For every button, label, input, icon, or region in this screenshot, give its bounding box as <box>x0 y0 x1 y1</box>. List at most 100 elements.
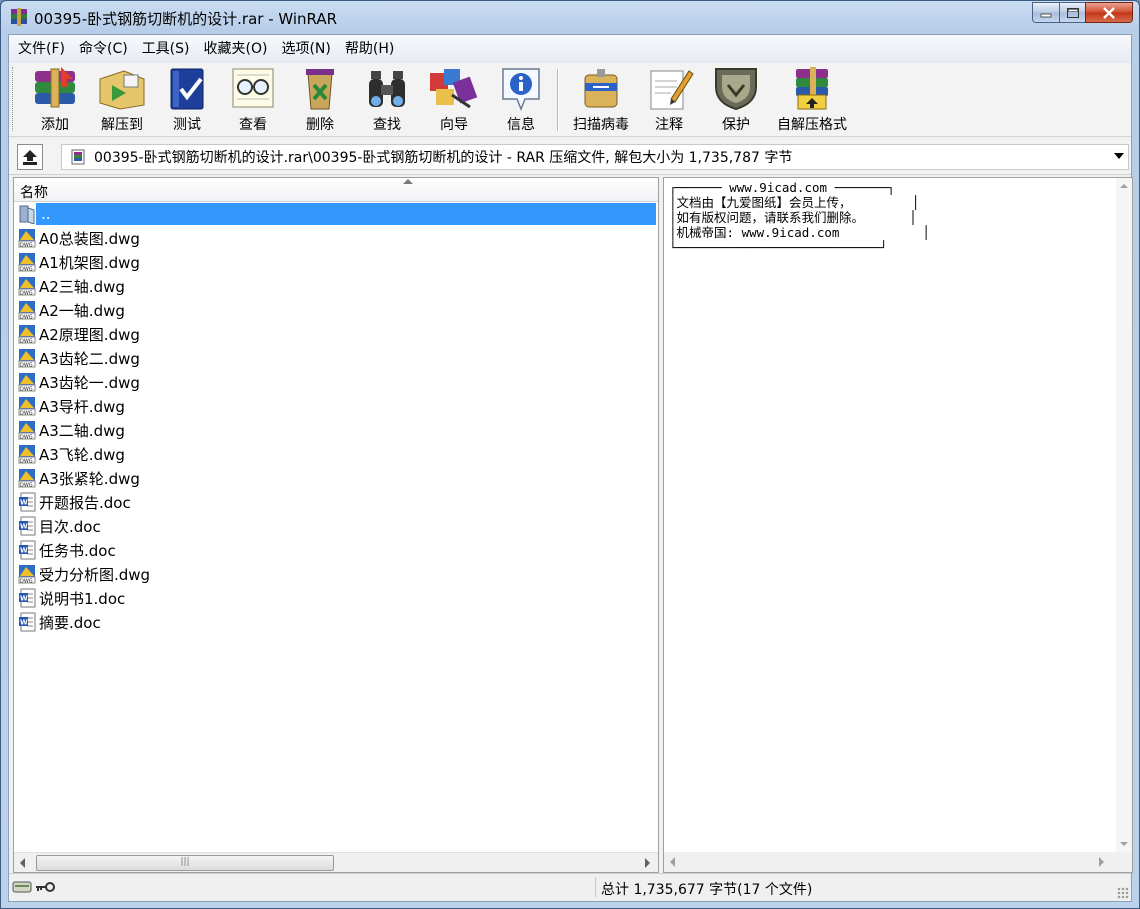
virus-scan-icon <box>584 69 618 108</box>
dwg-file-icon: DWG <box>18 325 36 344</box>
toolbar-view-button[interactable]: 查看 <box>225 65 281 135</box>
file-row[interactable]: DWG A2一轴.dwg <box>14 298 658 322</box>
file-list-pane: 名称 .. DWG A0总装图.dwg DWG A1机架图.dwg DWG A2三轴.dwg… <box>13 177 659 873</box>
file-row[interactable]: DWG A2原理图.dwg <box>14 322 658 346</box>
svg-text:DWG: DWG <box>20 483 33 489</box>
dwg-file-icon: DWG <box>18 301 36 320</box>
scroll-right-icon[interactable] <box>1099 857 1104 867</box>
folder-up-icon <box>19 205 35 224</box>
file-name: A3张紧轮.dwg <box>39 469 140 488</box>
file-row[interactable]: DWG A3齿轮一.dwg <box>14 370 658 394</box>
file-name: A2原理图.dwg <box>39 325 140 344</box>
toolbar-info-button[interactable]: 信息 <box>493 65 549 135</box>
close-button[interactable] <box>1085 2 1133 23</box>
comment-line: │如有版权问题，请联系我们删除。 │ <box>669 210 917 225</box>
svg-text:DWG: DWG <box>20 363 33 369</box>
up-one-level-button[interactable] <box>17 144 43 170</box>
file-name: 摘要.doc <box>39 613 101 632</box>
test-icon <box>170 68 204 110</box>
file-row[interactable]: DWG A2三轴.dwg <box>14 274 658 298</box>
status-bar: 总计 1,735,677 字节(17 个文件) <box>9 873 1131 901</box>
toolbar-find-label: 查找 <box>373 117 401 133</box>
comment-horizontal-scrollbar[interactable] <box>664 852 1132 872</box>
file-row[interactable]: W 开题报告.doc <box>14 490 658 514</box>
scroll-thumb[interactable]: ||| <box>36 855 334 871</box>
toolbar-wizard-button[interactable]: 向导 <box>426 65 482 135</box>
toolbar-add-button[interactable]: 添加 <box>20 65 90 135</box>
toolbar-virus-scan-button[interactable]: 扫描病毒 <box>565 65 637 135</box>
menu-file[interactable]: 文件(F) <box>11 35 72 63</box>
minimize-button[interactable] <box>1032 2 1059 23</box>
file-name: A0总装图.dwg <box>39 229 140 248</box>
toolbar-info-label: 信息 <box>507 117 535 133</box>
file-row[interactable]: DWG 受力分析图.dwg <box>14 562 658 586</box>
maximize-button[interactable] <box>1059 2 1085 23</box>
doc-file-icon: W <box>19 612 36 632</box>
winrar-app-icon <box>11 8 27 26</box>
scroll-left-icon[interactable] <box>670 857 675 867</box>
scroll-left-icon[interactable] <box>20 858 25 868</box>
comment-vertical-scrollbar[interactable] <box>1116 178 1132 852</box>
svg-text:DWG: DWG <box>20 579 33 585</box>
file-row[interactable]: DWG A3二轴.dwg <box>14 418 658 442</box>
scroll-down-icon[interactable] <box>1120 842 1128 846</box>
menu-help[interactable]: 帮助(H) <box>338 35 401 63</box>
file-row[interactable]: W 任务书.doc <box>14 538 658 562</box>
menu-options[interactable]: 选项(N) <box>274 35 337 63</box>
resize-grip[interactable] <box>1117 887 1129 899</box>
rar-archive-icon <box>71 149 85 165</box>
address-dropdown-icon[interactable] <box>1114 153 1124 159</box>
client-area: 文件(F) 命令(C) 工具(S) 收藏夹(O) 选项(N) 帮助(H) 添加 <box>8 34 1133 902</box>
toolbar-delete-button[interactable]: 删除 <box>292 65 348 135</box>
toolbar-find-button[interactable]: 查找 <box>359 65 415 135</box>
window-title: 00395-卧式钢筋切断机的设计.rar - WinRAR <box>34 10 338 28</box>
file-list-horizontal-scrollbar[interactable]: ||| <box>14 852 658 872</box>
file-row[interactable]: W 摘要.doc <box>14 610 658 634</box>
file-name: A3齿轮一.dwg <box>39 373 140 392</box>
file-row[interactable]: DWG A3张紧轮.dwg <box>14 466 658 490</box>
scroll-up-icon[interactable] <box>1120 184 1128 188</box>
file-name: A3导杆.dwg <box>39 397 125 416</box>
toolbar-comment-button[interactable]: 注释 <box>641 65 697 135</box>
comment-icon <box>650 70 694 110</box>
winrar-window: 00395-卧式钢筋切断机的设计.rar - WinRAR 文件(F) 命令(C… <box>0 0 1140 909</box>
svg-text:DWG: DWG <box>20 243 33 249</box>
key-icon[interactable] <box>34 879 56 895</box>
doc-file-icon: W <box>19 540 36 560</box>
menu-tools[interactable]: 工具(S) <box>135 35 197 63</box>
file-row[interactable]: DWG A3飞轮.dwg <box>14 442 658 466</box>
doc-file-icon: W <box>19 516 36 536</box>
toolbar-grip[interactable] <box>12 67 15 131</box>
address-field[interactable]: 00395-卧式钢筋切断机的设计.rar\00395-卧式钢筋切断机的设计 - … <box>61 144 1129 170</box>
file-name: A3飞轮.dwg <box>39 445 125 464</box>
file-row[interactable]: DWG A0总装图.dwg <box>14 226 658 250</box>
status-total: 总计 1,735,677 字节(17 个文件) <box>601 882 813 898</box>
file-row[interactable]: DWG A3导杆.dwg <box>14 394 658 418</box>
file-name: 任务书.doc <box>39 541 116 560</box>
file-row[interactable]: .. <box>14 202 658 226</box>
file-row[interactable]: W 目次.doc <box>14 514 658 538</box>
toolbar-test-label: 测试 <box>173 117 201 133</box>
scroll-right-icon[interactable] <box>645 858 650 868</box>
column-header-name[interactable]: 名称 <box>14 178 658 202</box>
file-row[interactable]: DWG A3齿轮二.dwg <box>14 346 658 370</box>
file-name: A3二轴.dwg <box>39 421 125 440</box>
sort-ascending-icon <box>403 179 413 184</box>
caption-buttons <box>1032 2 1133 24</box>
toolbar-protect-button[interactable]: 保护 <box>708 65 764 135</box>
toolbar-wizard-label: 向导 <box>440 117 468 133</box>
menu-favorites[interactable]: 收藏夹(O) <box>197 35 275 63</box>
svg-text:DWG: DWG <box>20 387 33 393</box>
toolbar-virus-scan-label: 扫描病毒 <box>573 117 629 133</box>
file-row[interactable]: DWG A1机架图.dwg <box>14 250 658 274</box>
toolbar-extract-button[interactable]: 解压到 <box>89 65 155 135</box>
file-row[interactable]: W 说明书1.doc <box>14 586 658 610</box>
toolbar-sfx-button[interactable]: 自解压格式 <box>771 65 853 135</box>
toolbar-test-button[interactable]: 测试 <box>159 65 215 135</box>
svg-text:DWG: DWG <box>20 411 33 417</box>
title-bar[interactable]: 00395-卧式钢筋切断机的设计.rar - WinRAR <box>1 1 1139 35</box>
drive-icon[interactable] <box>12 879 32 895</box>
column-name-label: 名称 <box>20 185 48 201</box>
find-icon <box>369 71 405 107</box>
menu-commands[interactable]: 命令(C) <box>72 35 135 63</box>
